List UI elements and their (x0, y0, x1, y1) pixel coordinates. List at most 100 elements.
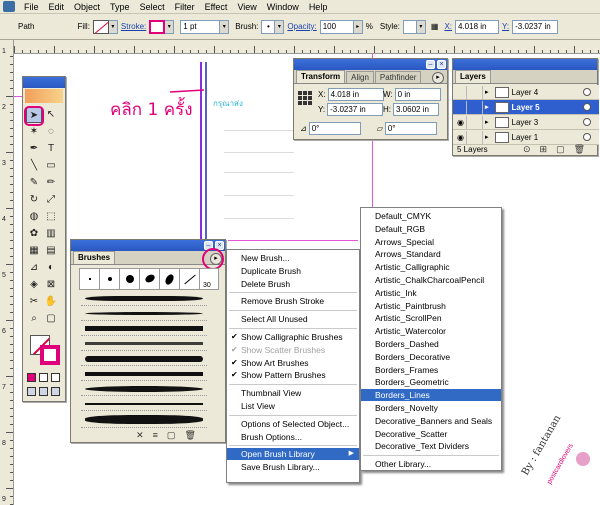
art-brush-row[interactable] (81, 412, 207, 428)
visibility-eye-icon[interactable]: ◉ (455, 130, 467, 144)
art-brush-row[interactable] (81, 382, 207, 396)
expand-triangle-icon[interactable]: ▸ (485, 133, 489, 141)
menu-item[interactable]: Borders_Frames (361, 364, 501, 376)
mesh-tool-icon[interactable]: ▦ (26, 243, 42, 259)
menu-item[interactable]: Arrows_Standard (361, 248, 501, 260)
fill-dropdown[interactable]: ▾ (108, 19, 118, 34)
transform-y-field[interactable]: -3.0237 in (327, 103, 384, 116)
lock-toggle[interactable] (471, 100, 483, 114)
warp-tool-icon[interactable]: ◍ (26, 209, 42, 225)
rotate-tool-icon[interactable]: ↻ (26, 192, 42, 208)
transform-flyout-menu-icon[interactable]: ▸ (432, 72, 444, 84)
stroke-weight-field[interactable]: 1 pt (180, 19, 221, 34)
menu-item[interactable]: Borders_Dashed (361, 338, 501, 350)
tools-panel-title-bar[interactable] (23, 77, 65, 88)
menu-item[interactable]: Artistic_Calligraphic (361, 261, 501, 273)
gradient-button[interactable] (39, 373, 48, 382)
screen-mode-button[interactable] (27, 387, 36, 396)
direct-selection-tool-icon[interactable]: ↖ (43, 107, 59, 123)
tab-layers[interactable]: Layers (455, 70, 491, 83)
visibility-eye-icon[interactable]: ◉ (455, 115, 467, 129)
menu-file[interactable]: File (19, 0, 44, 14)
stroke-weight-dropdown[interactable]: ▾ (220, 19, 230, 34)
menu-item[interactable]: Default_RGB (361, 223, 501, 235)
horizontal-guide-lower[interactable] (228, 240, 358, 241)
menu-item[interactable]: Artistic_Watercolor (361, 325, 501, 337)
x-field[interactable]: 4.018 in (455, 19, 499, 34)
brush-thumb[interactable] (80, 269, 100, 289)
menu-item[interactable]: Duplicate Brush (227, 265, 359, 277)
menu-filter[interactable]: Filter (170, 0, 200, 14)
scale-tool-icon[interactable]: ⤢ (43, 192, 59, 208)
art-brush-row[interactable] (81, 292, 207, 306)
tab-align[interactable]: Align (346, 71, 374, 83)
new-layer-icon[interactable]: ▢ (556, 144, 565, 155)
symbol-sprayer-tool-icon[interactable]: ✿ (26, 226, 42, 242)
shear-field[interactable]: 0° (384, 122, 437, 135)
target-circle-icon[interactable] (583, 133, 591, 141)
target-circle-icon[interactable] (583, 103, 591, 111)
menu-item[interactable]: ✔ Show Scatter Brushes (227, 344, 359, 356)
tab-pathfinder[interactable]: Pathfinder (374, 71, 422, 83)
menu-item[interactable]: Artistic_Ink (361, 287, 501, 299)
menu-item[interactable]: Options of Selected Object... (227, 418, 359, 430)
pencil-tool-icon[interactable]: ✏ (43, 175, 59, 191)
menu-item[interactable]: List View (227, 400, 359, 412)
new-brush-icon[interactable]: ▢ (167, 430, 176, 441)
layer-row[interactable]: ◉ ▸ Layer 3 (453, 115, 599, 130)
x-label[interactable]: X: (444, 22, 452, 31)
menu-item[interactable]: Thumbnail View (227, 387, 359, 399)
graph-tool-icon[interactable]: ▥ (43, 226, 59, 242)
menu-item[interactable]: Decorative_Scatter (361, 428, 501, 440)
none-button[interactable] (51, 373, 60, 382)
expand-triangle-icon[interactable]: ▸ (485, 103, 489, 111)
menu-item[interactable]: Borders_Geometric (361, 376, 501, 388)
trash-icon[interactable]: 🗑 (574, 144, 585, 155)
art-brush-row[interactable] (81, 352, 207, 366)
menu-select[interactable]: Select (135, 0, 170, 14)
y-label[interactable]: Y: (502, 22, 509, 31)
brush-thumb[interactable] (160, 269, 180, 289)
trash-icon[interactable]: 🗑 (184, 430, 195, 441)
brush-thumb[interactable] (120, 269, 140, 289)
stroke-swatch[interactable] (149, 19, 166, 34)
stroke-box[interactable] (40, 345, 60, 365)
color-button[interactable] (27, 373, 36, 382)
live-paint-tool-icon[interactable]: ◈ (26, 277, 42, 293)
menu-item[interactable]: New Brush... (227, 252, 359, 264)
target-circle-icon[interactable] (583, 88, 591, 96)
visibility-eye-icon[interactable] (455, 85, 467, 99)
menu-object[interactable]: Object (69, 0, 105, 14)
menu-item[interactable]: Artistic_Paintbrush (361, 300, 501, 312)
menu-item[interactable]: ✔ Show Art Brushes (227, 357, 359, 369)
art-brush-row[interactable] (81, 397, 207, 411)
screen-mode-button[interactable] (51, 387, 60, 396)
gradient-tool-icon[interactable]: ▤ (43, 243, 59, 259)
menu-view[interactable]: View (232, 0, 261, 14)
fill-swatch[interactable] (92, 19, 109, 34)
slice-tool-icon[interactable]: ⊠ (43, 277, 59, 293)
menu-item[interactable]: Default_CMYK (361, 210, 501, 222)
layer-row[interactable]: ◉ ▸ Layer 1 (453, 130, 599, 145)
menu-item[interactable]: ✔ Show Pattern Brushes (227, 369, 359, 381)
minimize-icon[interactable]: – (426, 60, 435, 69)
visibility-eye-icon[interactable] (455, 100, 467, 114)
close-icon[interactable]: × (437, 60, 446, 69)
illustrator-app-icon[interactable] (3, 1, 15, 12)
tab-brushes[interactable]: Brushes (73, 251, 116, 264)
target-circle-icon[interactable] (583, 118, 591, 126)
menu-effect[interactable]: Effect (200, 0, 233, 14)
lasso-tool-icon[interactable]: ◌ (43, 124, 59, 140)
opacity-label[interactable]: Opacity: (287, 22, 316, 31)
brush-thumb[interactable] (180, 269, 200, 289)
menu-type[interactable]: Type (105, 0, 135, 14)
reference-point-icon[interactable] (298, 91, 313, 106)
menu-help[interactable]: Help (304, 0, 333, 14)
pen-tool-icon[interactable]: ✒ (26, 141, 42, 157)
art-brush-row[interactable] (81, 307, 207, 321)
menu-item[interactable]: Artistic_ScrollPen (361, 312, 501, 324)
locate-object-icon[interactable]: ⊙ (523, 144, 531, 155)
art-brush-row[interactable] (81, 322, 207, 336)
menu-item[interactable]: Other Library... (361, 458, 501, 470)
opacity-field[interactable]: 100 (319, 19, 354, 34)
